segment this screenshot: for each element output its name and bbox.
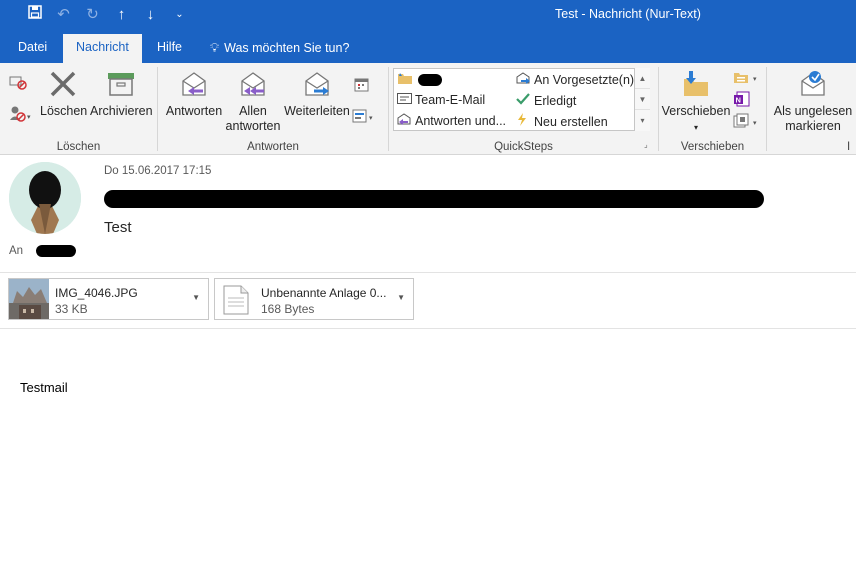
svg-text:▾: ▾ [27,114,31,121]
onenote-icon[interactable]: N [733,90,751,111]
quickstep-item-move[interactable] [397,72,443,88]
arrow-up-icon[interactable]: ↑ [107,5,136,25]
checkmark-icon [516,93,534,108]
svg-text:▾: ▾ [753,76,757,83]
reply-all-label: Allen antworten [225,104,281,133]
svg-text:▾: ▾ [369,115,373,122]
forward-icon [305,72,329,96]
arrow-down-icon[interactable]: ↓ [136,5,165,25]
group-label-quicksteps: QuickSteps [494,141,553,153]
dialog-launcher-icon[interactable]: ⌟ [644,140,648,149]
sent-date: Do 15.06.2017 17:15 [104,165,212,177]
attachment-size: 168 Bytes [261,302,315,316]
quick-access-toolbar: ↶ ↻ ↑ ↓ ⌄ [20,5,194,25]
more-respond-icon[interactable]: ▾ [352,108,376,127]
tab-nachricht[interactable]: Nachricht [63,34,142,63]
move-dropdown-icon: ▾ [693,123,698,132]
delete-x-icon [50,71,76,97]
ribbon-tabs: Datei Nachricht Hilfe 💡︎ Was möchten Sie … [0,30,856,63]
mark-unread-icon [801,71,825,96]
message-header: Do 15.06.2017 17:15 Test An [0,156,856,273]
ribbon: ▾ Löschen Archivieren Löschen Antworten … [0,63,856,155]
archive-button[interactable]: Archivieren [90,69,153,119]
chevron-down-icon[interactable]: ▼ [397,293,405,302]
group-loeschen: ▾ Löschen Archivieren Löschen [0,63,157,155]
mark-unread-button[interactable]: Als ungelesen markieren [771,69,855,134]
reply-icon [397,113,415,128]
group-label-loeschen: Löschen [56,141,101,153]
actions-icon[interactable]: ▾ [733,113,761,132]
rules-icon[interactable]: ▾ [733,69,761,88]
move-label: Verschieben [661,104,731,118]
ignore-icon[interactable] [9,74,27,93]
quickstep-item-reply-delete[interactable]: Antworten und... [397,113,506,128]
attachment-name: Unbenannte Anlage 0... [261,286,387,300]
save-icon[interactable] [20,5,49,25]
tab-datei[interactable]: Datei [5,34,60,63]
window-title: Test - Nachricht (Nur-Text) [555,7,701,21]
document-icon [223,285,263,325]
title-bar: ↶ ↻ ↑ ↓ ⌄ Test - Nachricht (Nur-Text) [0,0,856,30]
quickstep-item-team-email[interactable]: Team-E-Mail [397,93,485,107]
quickstep-item-create-new[interactable]: Neu erstellen [516,113,608,129]
image-thumbnail [9,279,49,319]
group-antworten: Antworten Allen antworten Weiterleiten ▾ … [158,63,388,155]
reply-all-icon [241,72,265,96]
lightning-icon [516,113,534,129]
scroll-down-icon[interactable]: ▼ [635,89,650,110]
redo-icon[interactable]: ↻ [78,5,107,25]
quickstep-item-done[interactable]: Erledigt [516,93,576,108]
svg-text:N: N [736,96,741,105]
gallery-expand-icon[interactable]: ▾ [635,110,650,131]
reply-all-button[interactable]: Allen antworten [222,69,284,134]
group-tags: Als ungelesen markieren I [767,63,856,155]
forward-button[interactable]: Weiterleiten [282,69,352,119]
quicksteps-gallery: Team-E-Mail Antworten und... An Vorgeset… [393,68,650,131]
attachment-name: IMG_4046.JPG [55,286,138,300]
divider [0,328,856,329]
delete-label: Löschen [40,104,88,118]
attachment-size: 33 KB [55,302,88,316]
attachment-file[interactable]: Unbenannte Anlage 0... 168 Bytes ▼ [214,278,414,320]
to-label: An [9,245,24,257]
avatar [9,162,81,234]
forward-mail-icon [516,72,534,87]
reply-button[interactable]: Antworten [162,69,226,119]
redacted-recipient [36,245,76,257]
chevron-down-icon[interactable]: ▼ [192,293,200,302]
delete-button[interactable]: Löschen [40,69,88,119]
customize-qat-icon[interactable]: ⌄ [165,5,194,25]
message-subject: Test [104,219,132,236]
quicksteps-scrollbar[interactable]: ▲ ▼ ▾ [634,68,650,131]
svg-text:▾: ▾ [753,120,757,127]
reply-icon [182,72,206,96]
mail-icon [397,93,415,107]
junk-icon[interactable]: ▾ [9,105,31,126]
group-verschieben: Verschieben ▾ ▾ N ▾ Verschieben [659,63,766,155]
tell-me-label: Was möchten Sie tun? [224,41,350,55]
group-label-antworten: Antworten [247,141,299,153]
tell-me-search[interactable]: 💡︎ Was möchten Sie tun? [210,34,349,63]
scroll-up-icon[interactable]: ▲ [635,68,650,89]
lightbulb-icon: 💡︎ [210,40,220,55]
redacted-sender [104,190,764,208]
reply-label: Antworten [165,104,223,118]
group-label-tags-truncated: I [847,141,851,153]
attachment-image[interactable]: IMG_4046.JPG 33 KB ▼ [8,278,209,320]
quickstep-item-to-manager[interactable]: An Vorgesetzte(n) [516,72,634,87]
tab-hilfe[interactable]: Hilfe [144,34,195,63]
message-body: Testmail [20,380,68,395]
mark-unread-label: Als ungelesen markieren [773,104,853,133]
group-label-verschieben: Verschieben [680,141,745,153]
undo-icon[interactable]: ↶ [49,5,78,25]
move-folder-icon [684,71,708,96]
folder-icon [397,72,415,88]
archive-label: Archivieren [90,104,153,118]
archive-box-icon [108,73,134,96]
redacted-quickstep-label [418,74,443,86]
forward-label: Weiterleiten [284,104,350,118]
move-button[interactable]: Verschieben ▾ [661,69,731,135]
meeting-icon[interactable] [354,77,370,96]
